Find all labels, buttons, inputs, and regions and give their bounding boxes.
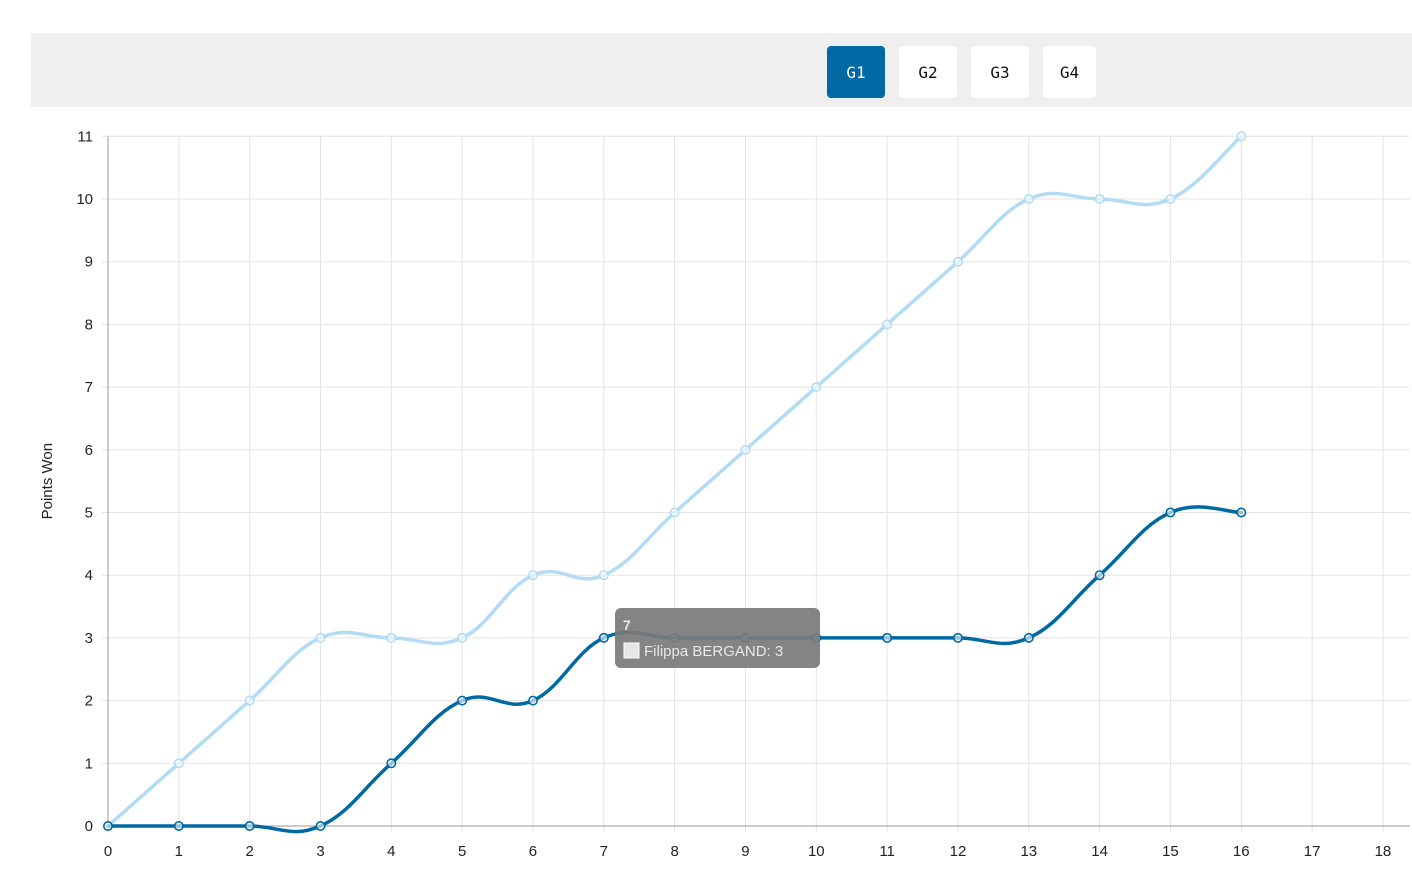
- data-point: [315, 820, 326, 831]
- x-tick-label: 6: [529, 843, 537, 860]
- x-tick-label: 0: [104, 843, 112, 860]
- x-tick-label: 2: [245, 843, 253, 860]
- data-point: [952, 632, 963, 643]
- data-point: [1236, 131, 1247, 142]
- tooltip-label: Filippa BERGAND: 3: [644, 643, 783, 660]
- x-tick-label: 4: [387, 843, 395, 860]
- data-point: [173, 758, 184, 769]
- data-point: [173, 820, 184, 831]
- data-point: [386, 758, 397, 769]
- data-point: [103, 820, 114, 831]
- x-tick-label: 12: [950, 843, 967, 860]
- data-point: [952, 256, 963, 267]
- x-tick-label: 18: [1375, 843, 1392, 860]
- x-tick-label: 14: [1091, 843, 1108, 860]
- x-tick-label: 8: [670, 843, 678, 860]
- data-point: [811, 382, 822, 393]
- data-point: [1094, 570, 1105, 581]
- data-point: [1094, 194, 1105, 205]
- data-point: [1165, 194, 1176, 205]
- data-point: [457, 695, 468, 706]
- y-tick-label: 11: [77, 128, 93, 145]
- data-point: [457, 632, 468, 643]
- data-point: [244, 820, 255, 831]
- data-point: [527, 695, 538, 706]
- tooltip-swatch: [623, 642, 640, 659]
- data-point: [315, 632, 326, 643]
- y-tick-label: 5: [85, 505, 93, 522]
- y-tick-label: 8: [85, 316, 93, 333]
- y-axis-label: Points Won: [39, 443, 56, 519]
- data-point: [1236, 507, 1247, 518]
- tooltip-title: 7: [623, 617, 631, 633]
- y-tick-label: 0: [85, 818, 93, 835]
- data-point: [598, 570, 609, 581]
- y-tick-label: 7: [85, 379, 93, 396]
- points-won-chart: 0 1 2 3 4 5 6 7 8 9 10 11 12 13 14 15 16 17 18012345678910…: [39, 128, 1410, 860]
- x-tick-label: 1: [175, 843, 183, 860]
- data-point: [386, 632, 397, 643]
- y-tick-label: 2: [85, 693, 93, 710]
- x-tick-label: 16: [1233, 843, 1250, 860]
- x-tick-label: 5: [458, 843, 466, 860]
- x-tick-label: 10: [808, 843, 825, 860]
- x-tick-label: 11: [879, 843, 895, 860]
- x-tick-label: 7: [600, 843, 608, 860]
- data-point: [1023, 194, 1034, 205]
- data-point: [669, 507, 680, 518]
- y-tick-label: 4: [85, 567, 93, 584]
- x-tick-label: 15: [1162, 843, 1179, 860]
- y-tick-label: 10: [76, 191, 93, 208]
- y-tick-label: 6: [85, 442, 93, 459]
- data-point: [527, 570, 538, 581]
- x-tick-label: 3: [316, 843, 324, 860]
- tooltip: 7 Filippa BERGAND: 3: [615, 608, 820, 668]
- data-point: [882, 319, 893, 330]
- x-tick-label: 13: [1020, 843, 1037, 860]
- x-tick-label: 9: [741, 843, 749, 860]
- x-tick-label: 17: [1304, 843, 1321, 860]
- data-point: [740, 444, 751, 455]
- y-tick-label: 9: [85, 254, 93, 271]
- data-point: [244, 695, 255, 706]
- y-tick-label: 1: [85, 755, 93, 772]
- data-point: [882, 632, 893, 643]
- data-point: [1165, 507, 1176, 518]
- y-tick-label: 3: [85, 630, 93, 647]
- data-point: [598, 632, 609, 643]
- data-point: [1023, 632, 1034, 643]
